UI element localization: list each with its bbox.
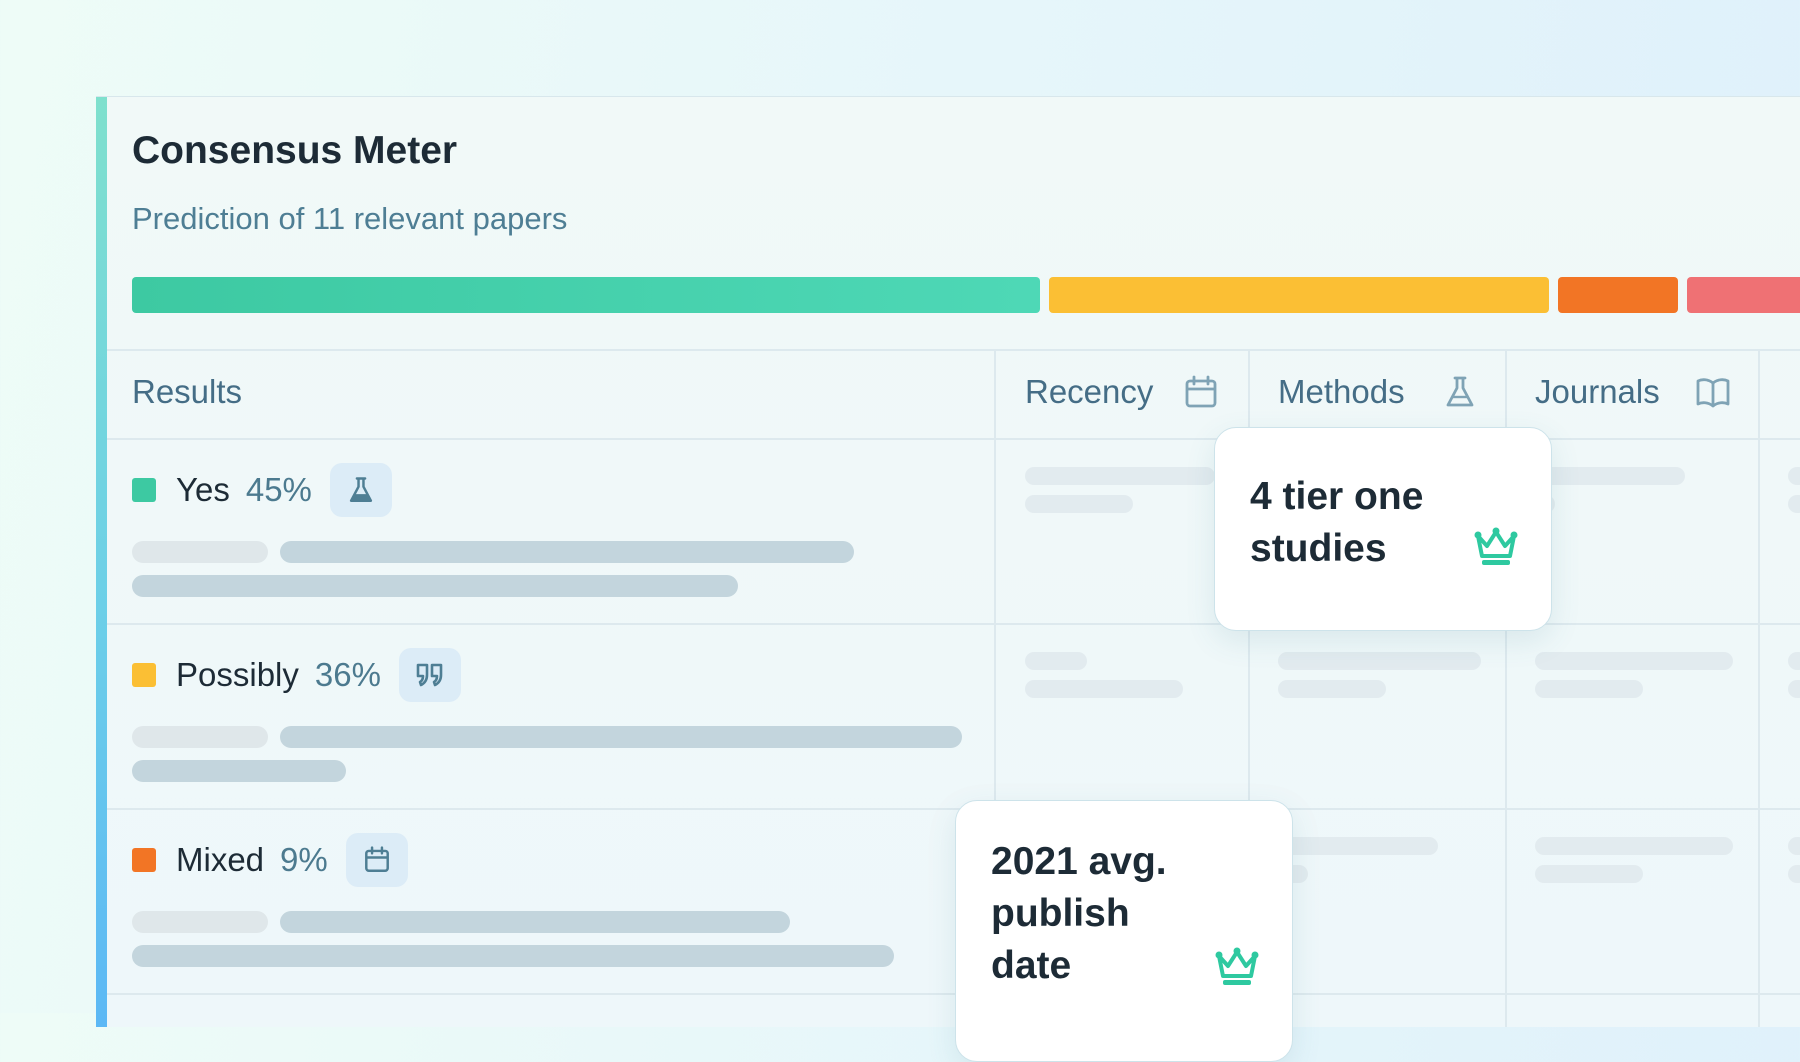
column-divider <box>1758 349 1760 1027</box>
flask-icon[interactable] <box>329 463 392 517</box>
column-header-journals[interactable]: Journals <box>1535 373 1660 411</box>
result-label: Yes <box>176 471 230 508</box>
result-percent: 36% <box>314 656 381 693</box>
skeleton-line <box>280 541 854 563</box>
result-row-possibly[interactable]: Possibly 36% <box>132 648 461 702</box>
skeleton-line <box>280 726 962 748</box>
crown-icon <box>1474 527 1518 565</box>
meter-segment-no <box>1687 277 1800 313</box>
calendar-icon[interactable] <box>345 833 408 887</box>
tooltip-line: studies <box>1250 527 1387 570</box>
skeleton-line <box>1535 837 1733 855</box>
meter-subtitle: Prediction of 11 relevant papers <box>132 201 568 236</box>
skeleton-line <box>1278 837 1438 855</box>
card-accent-bar <box>96 97 107 1027</box>
meter-segment-possibly <box>1049 277 1549 313</box>
skeleton-line <box>1788 467 1800 485</box>
crown-icon <box>1215 947 1259 985</box>
calendar-icon <box>1185 375 1217 408</box>
skeleton-line <box>1278 652 1481 670</box>
recency-tooltip: 2021 avg. publish date <box>955 800 1293 1062</box>
flask-icon <box>1446 376 1474 407</box>
table-top-divider <box>107 349 1800 351</box>
book-icon <box>1696 378 1730 408</box>
color-swatch <box>132 478 156 502</box>
result-row-mixed[interactable]: Mixed 9% <box>132 833 408 887</box>
result-percent: 9% <box>280 841 328 878</box>
meter-title: Consensus Meter <box>132 129 458 172</box>
skeleton-line <box>132 541 268 563</box>
skeleton-line <box>132 945 894 967</box>
methods-tooltip: 4 tier one studies <box>1214 427 1552 631</box>
skeleton-line <box>1025 467 1215 485</box>
tooltip-line: date <box>991 944 1072 987</box>
skeleton-line <box>280 911 790 933</box>
skeleton-line <box>1025 680 1183 698</box>
skeleton-line <box>1535 467 1685 485</box>
column-header-methods[interactable]: Methods <box>1278 373 1405 411</box>
skeleton-line <box>1535 865 1643 883</box>
skeleton-line <box>1788 652 1800 670</box>
skeleton-line <box>1788 680 1800 698</box>
consensus-meter-bar <box>132 277 1800 313</box>
column-header-results[interactable]: Results <box>132 373 242 411</box>
skeleton-line <box>1535 652 1733 670</box>
skeleton-line <box>132 911 268 933</box>
meter-segment-yes <box>132 277 1040 313</box>
result-label: Possibly <box>176 656 299 693</box>
result-row-yes[interactable]: Yes 45% <box>132 463 392 517</box>
column-header-recency[interactable]: Recency <box>1025 373 1153 411</box>
skeleton-line <box>1025 652 1087 670</box>
skeleton-line <box>1788 495 1800 513</box>
skeleton-line <box>1788 865 1800 883</box>
color-swatch <box>132 663 156 687</box>
skeleton-line <box>132 760 346 782</box>
quote-icon[interactable] <box>398 648 461 702</box>
color-swatch <box>132 848 156 872</box>
tooltip-line: publish <box>991 892 1130 935</box>
row-divider <box>107 993 1800 995</box>
tooltip-line: 2021 avg. <box>991 840 1167 883</box>
skeleton-line <box>1278 680 1386 698</box>
skeleton-line <box>132 575 738 597</box>
result-label: Mixed <box>176 841 265 878</box>
skeleton-line <box>1788 837 1800 855</box>
skeleton-line <box>1535 680 1643 698</box>
skeleton-line <box>132 726 268 748</box>
meter-segment-mixed <box>1558 277 1678 313</box>
result-percent: 45% <box>245 471 312 508</box>
skeleton-line <box>1025 495 1133 513</box>
row-divider <box>107 808 1800 810</box>
tooltip-line: 4 tier one <box>1250 475 1424 518</box>
